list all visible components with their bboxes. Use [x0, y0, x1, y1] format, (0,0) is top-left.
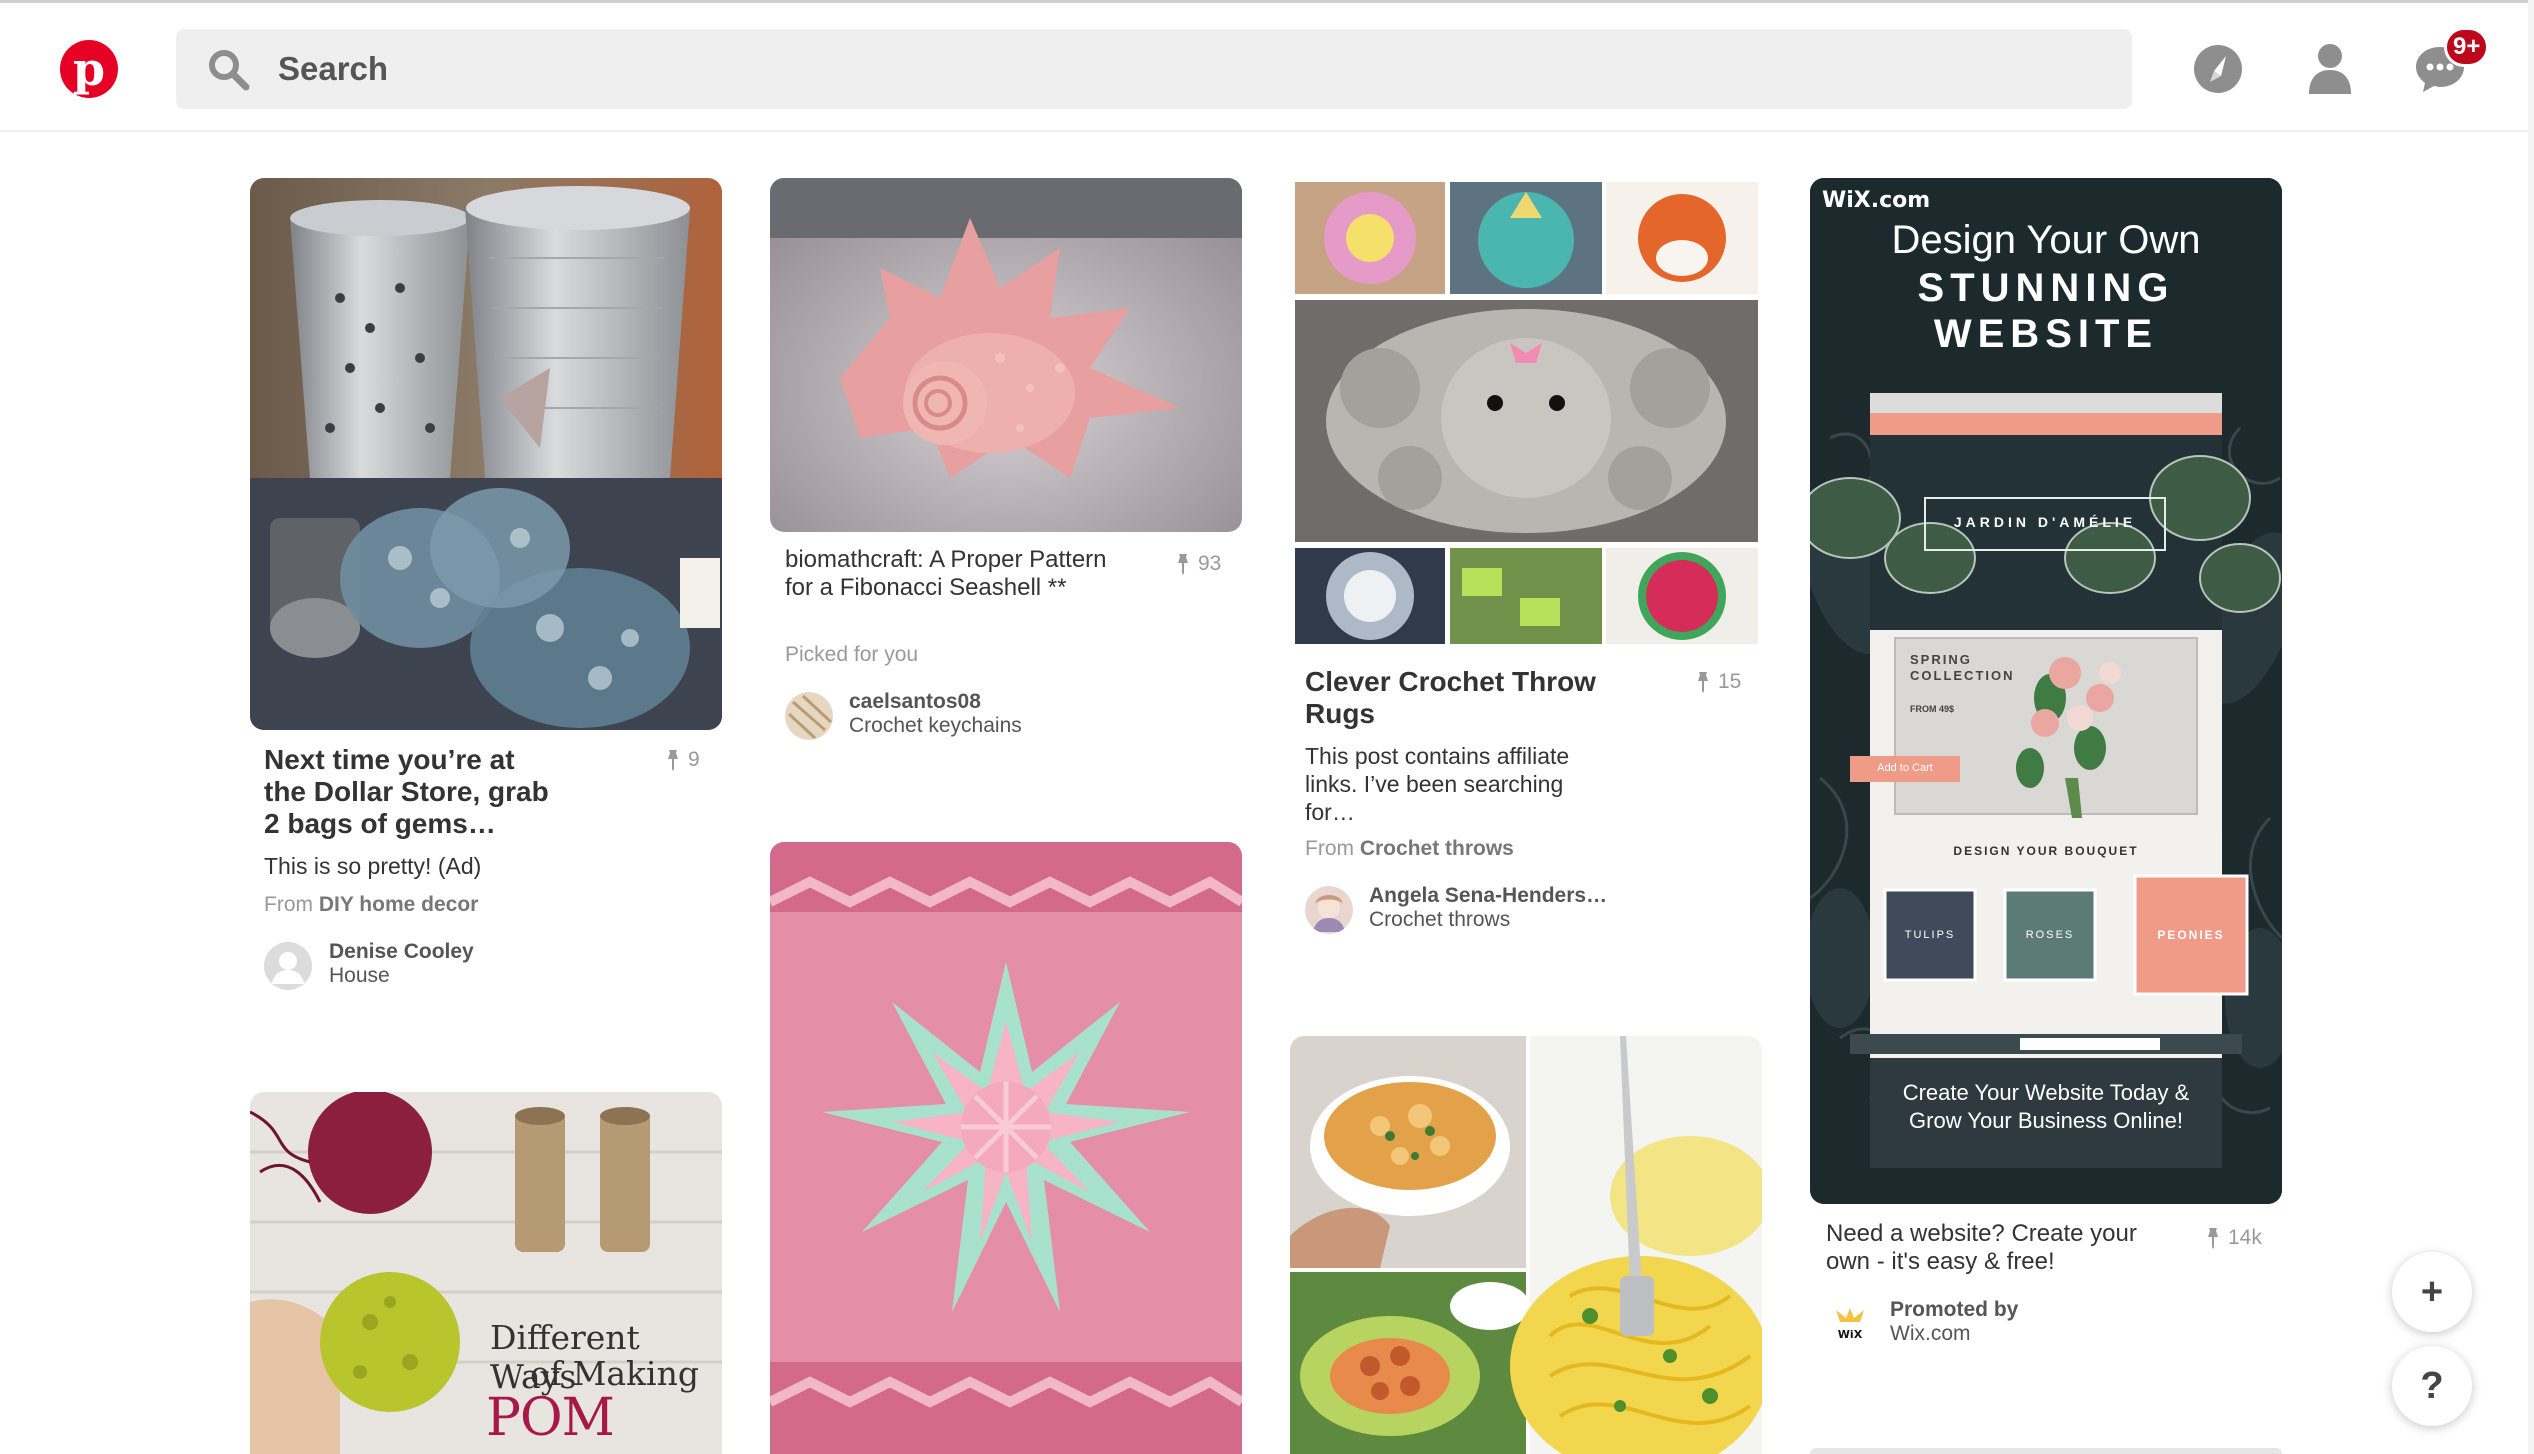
- pin-image-pom-poms[interactable]: Different Ways of Making POM POMS: [250, 1092, 722, 1454]
- notification-badge: 9+: [2444, 27, 2490, 67]
- help-button[interactable]: ?: [2392, 1346, 2472, 1426]
- pin-source: From DIY home decor: [264, 892, 478, 918]
- picked-for-you-label: Picked for you: [785, 643, 919, 666]
- pinterest-logo-icon[interactable]: p: [60, 40, 118, 98]
- next-pin-edge: [1810, 1448, 2282, 1454]
- avatar[interactable]: [1305, 886, 1353, 934]
- pinner-name[interactable]: Denise Cooley: [329, 940, 474, 964]
- ad-cta-line2: Grow Your Business Online!: [1909, 1108, 2183, 1133]
- svg-text:WiX: WiX: [1838, 1328, 1863, 1341]
- wix-brand-logo: WiX.com: [1822, 188, 1931, 213]
- mock-design-bouquet: DESIGN YOUR BOUQUET: [1953, 844, 2139, 858]
- mock-price-label: FROM 49$: [1910, 704, 1955, 714]
- pin-image-crochet-seashell[interactable]: [770, 178, 1242, 532]
- svg-text:p: p: [73, 42, 105, 96]
- from-label: From: [264, 893, 313, 916]
- repin-count-value: 15: [1718, 670, 1742, 693]
- user-icon[interactable]: [2300, 39, 2360, 99]
- pin-title[interactable]: biomathcraft: A Proper Pattern for a Fib…: [785, 546, 1115, 602]
- ad-headline-line2: STUNNING: [1917, 266, 2175, 310]
- mock-peonies: PEONIES: [2157, 928, 2225, 942]
- from-label: From: [1305, 837, 1354, 860]
- pin-count-icon: [1178, 554, 1188, 575]
- ad-cta-line1: Create Your Website Today &: [1902, 1080, 2190, 1105]
- pinterest-home: p 9+: [0, 0, 2534, 1454]
- avatar[interactable]: [785, 692, 833, 740]
- repin-count-value: 9: [688, 748, 700, 771]
- pin-count-icon: [668, 750, 678, 771]
- top-navigation-bar: p 9+: [0, 0, 2534, 132]
- avatar[interactable]: [264, 942, 312, 990]
- pin-source: From Crochet throws: [1305, 836, 1514, 862]
- promoted-pin-image-wix[interactable]: WiX.com Design Your Own STUNNING WEBSITE…: [1810, 178, 2282, 1204]
- compass-icon[interactable]: [2188, 39, 2248, 99]
- pin-image-crochet-rugs[interactable]: [1290, 178, 1762, 648]
- pinner-board[interactable]: Crochet throws: [1369, 908, 1510, 932]
- pin-image-pasta-salad[interactable]: [1290, 1036, 1762, 1454]
- pin-count-icon: [1698, 672, 1708, 693]
- repin-count: 93: [1176, 552, 1221, 576]
- repin-count-value: 93: [1198, 552, 1222, 575]
- pinner-name[interactable]: caelsantos08: [849, 690, 981, 714]
- pin-title[interactable]: Clever Crochet Throw Rugs: [1305, 666, 1645, 730]
- source-board-link[interactable]: Crochet throws: [1360, 837, 1514, 860]
- pin-image-dollar-store-gems[interactable]: [250, 178, 722, 730]
- repin-count: 9: [666, 748, 700, 772]
- mock-spring-label: SPRING: [1910, 652, 1972, 667]
- source-board-link[interactable]: DIY home decor: [319, 893, 479, 916]
- add-pin-button[interactable]: +: [2392, 1252, 2472, 1332]
- mock-collection-label: COLLECTION: [1910, 668, 2015, 683]
- pin-image-crochet-star[interactable]: [770, 842, 1242, 1454]
- overlay-text-line3: POM POMS: [486, 1388, 650, 1454]
- ad-headline-line3: WEBSITE: [1933, 312, 2159, 356]
- mock-add-to-cart: Add to Cart: [1877, 762, 1933, 774]
- pin-count-icon: [2208, 1228, 2218, 1249]
- promoted-by-label: Promoted by: [1890, 1298, 2019, 1321]
- ad-headline-line1: Design Your Own: [1891, 218, 2201, 262]
- pinner-board[interactable]: House: [329, 964, 390, 988]
- mock-tulips: TULIPS: [1904, 929, 1956, 941]
- pinner-board[interactable]: Crochet keychains: [849, 714, 1022, 738]
- scrollbar[interactable]: [2528, 0, 2534, 1454]
- search-input[interactable]: [278, 50, 1978, 88]
- pin-title[interactable]: Need a website? Create your own - it's e…: [1826, 1220, 2156, 1276]
- pinner-name[interactable]: Angela Sena-Henders…: [1369, 884, 1607, 908]
- repin-count: 14k: [2206, 1226, 2262, 1250]
- search-icon: [209, 50, 250, 91]
- repin-count: 15: [1696, 670, 1741, 694]
- pin-description: This is so pretty! (Ad): [264, 853, 482, 879]
- mock-roses: ROSES: [2025, 929, 2075, 941]
- pin-description: This post contains affiliate links. I’ve…: [1305, 743, 1570, 825]
- advertiser-name[interactable]: Wix.com: [1890, 1322, 1971, 1346]
- mock-site-name: JARDIN D'AMÉLIE: [1953, 514, 2137, 530]
- search-bar[interactable]: [176, 29, 2132, 109]
- wix-advertiser-logo[interactable]: WiX: [1826, 1300, 1874, 1348]
- pin-title[interactable]: Next time you’re at the Dollar Store, gr…: [264, 744, 564, 840]
- repin-count-value: 14k: [2228, 1226, 2262, 1249]
